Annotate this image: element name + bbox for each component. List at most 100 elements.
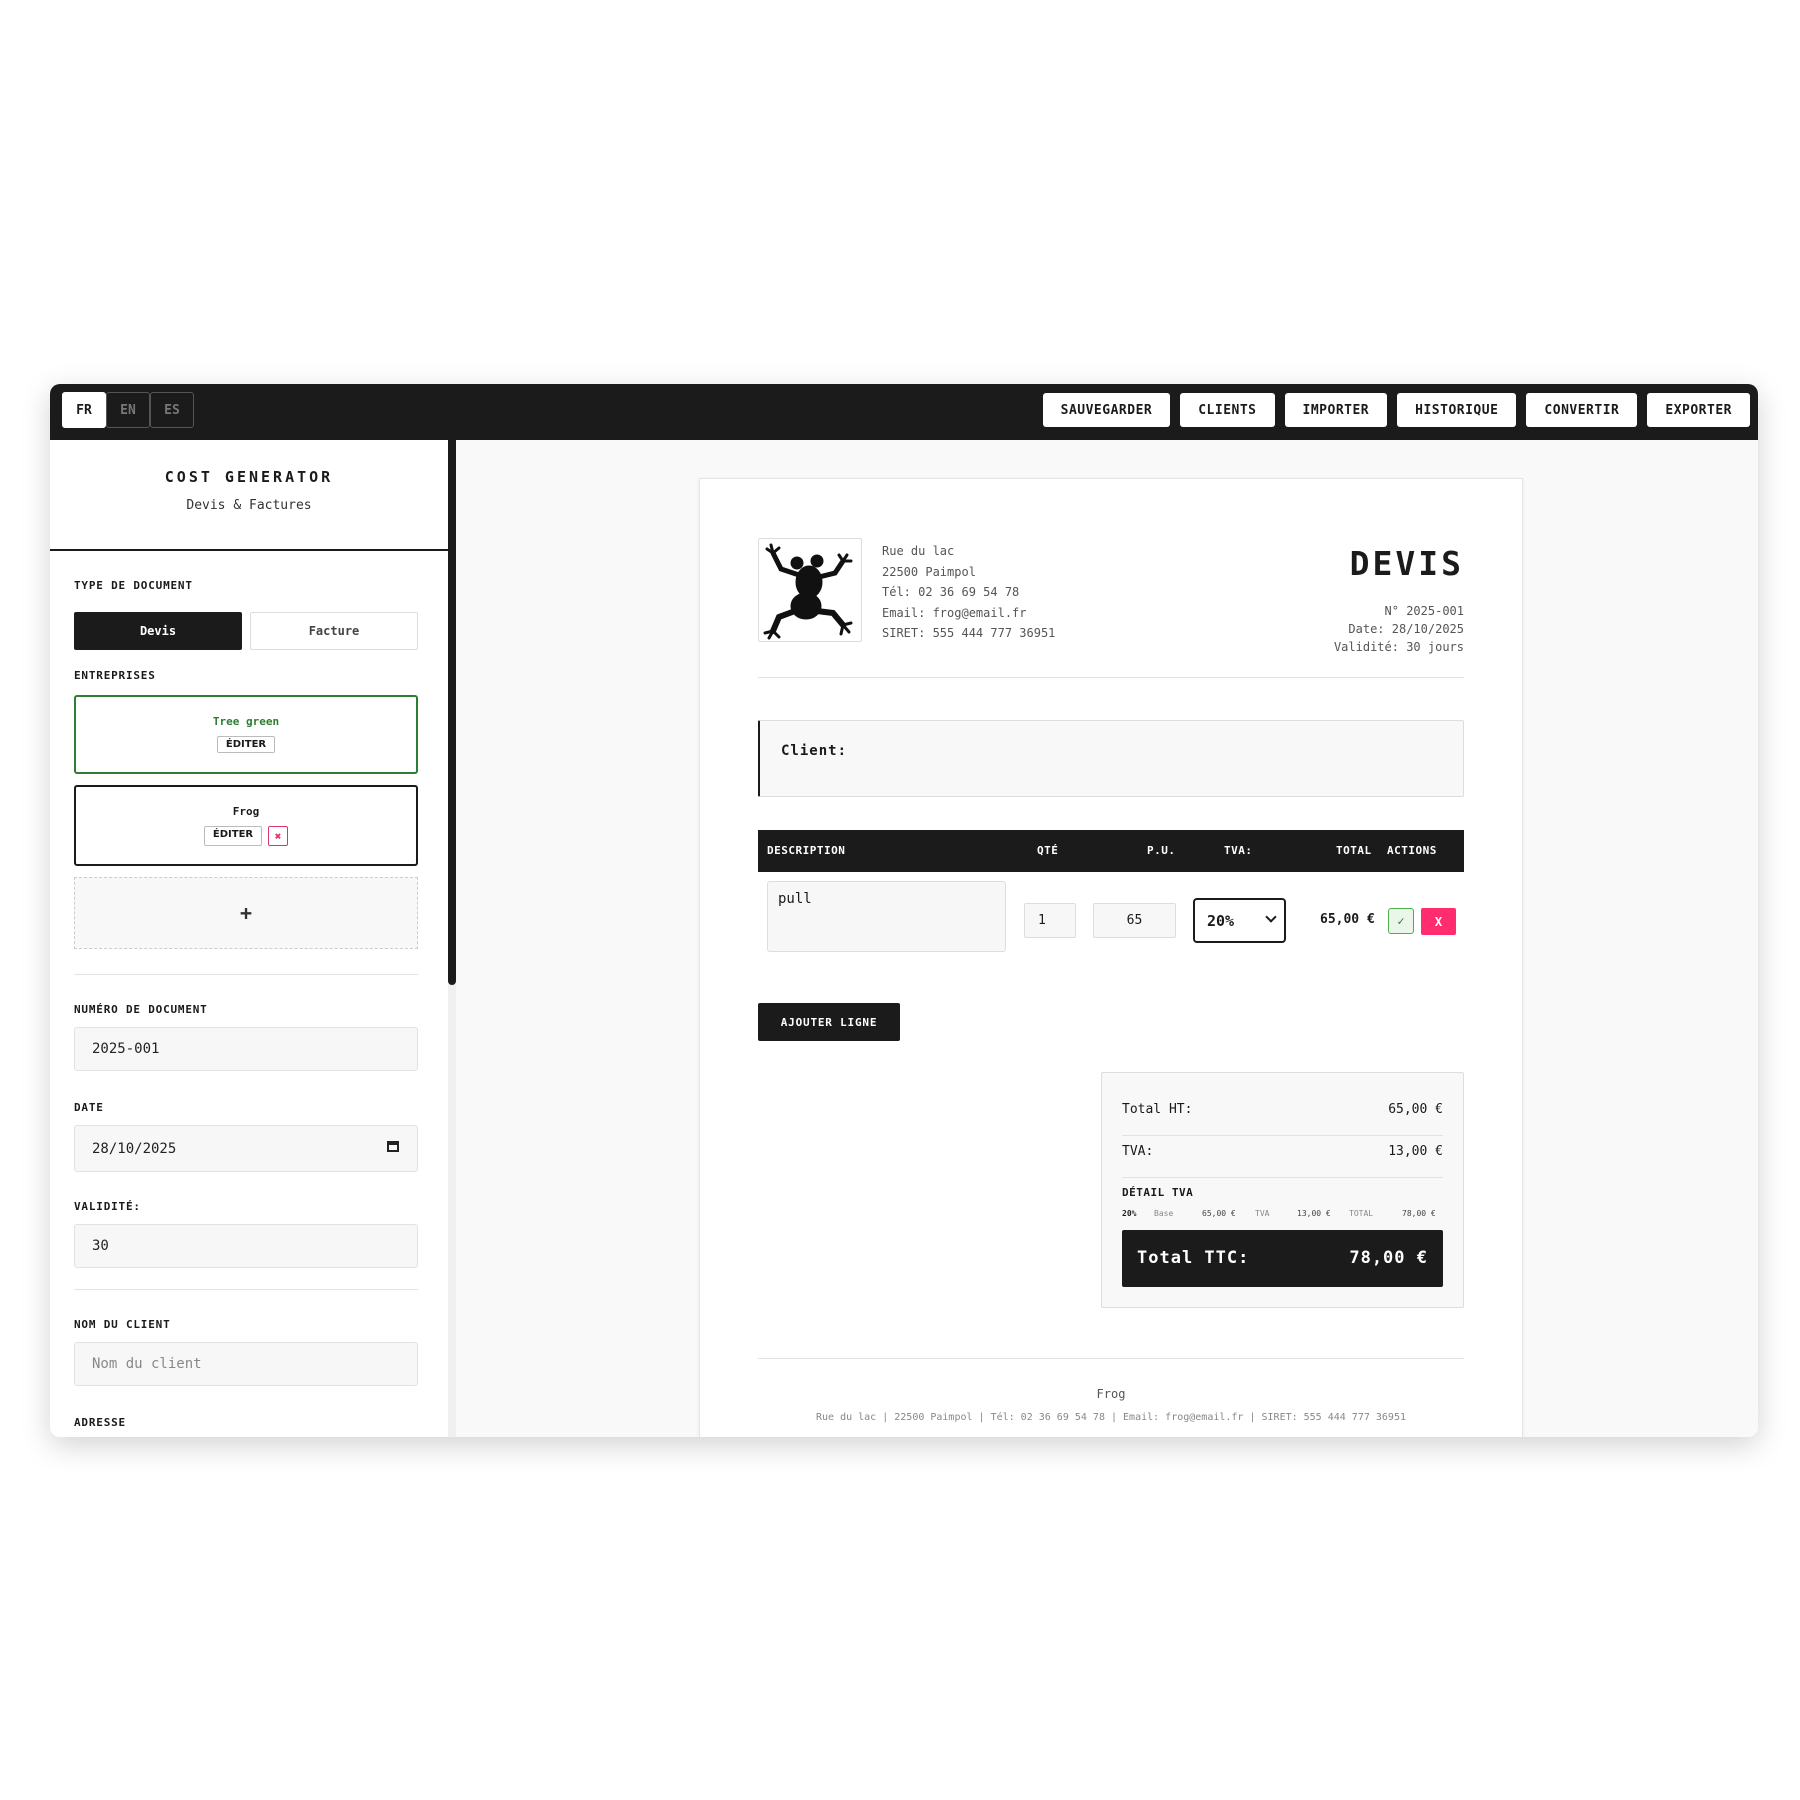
client-box: Client: <box>758 720 1464 797</box>
delete-line-button[interactable]: X <box>1421 908 1456 935</box>
total-ht-value: 65,00 € <box>1388 1102 1443 1117</box>
footer-company-name: Frog <box>1096 1387 1126 1401</box>
document-validity: Validité: 30 jours <box>1333 640 1464 654</box>
date-input[interactable]: 28/10/2025 <box>74 1125 418 1172</box>
line-description-input[interactable]: pull <box>767 881 1006 952</box>
company-line: Rue du lac <box>882 544 955 558</box>
import-button[interactable]: IMPORTER <box>1284 393 1388 427</box>
vat-tva-value: 13,00 € <box>1297 1209 1331 1218</box>
client-name-input[interactable]: Nom du client <box>74 1342 418 1386</box>
col-unit-price: P.U. <box>1147 844 1176 857</box>
vat-tva-label: TVA <box>1255 1209 1270 1218</box>
total-tva-value: 13,00 € <box>1388 1144 1443 1159</box>
company-name: Tree green <box>212 715 280 728</box>
edit-company-button[interactable]: ÉDITER <box>203 826 263 846</box>
frog-icon <box>763 543 853 640</box>
total-tva-label: TVA: <box>1122 1144 1154 1159</box>
validity-input[interactable]: 30 <box>74 1224 418 1268</box>
total-ttc-bar: Total TTC: 78,00 € <box>1122 1230 1443 1287</box>
total-ht-row: Total HT: 65,00 € <box>1122 1102 1443 1117</box>
vat-total-label: TOTAL <box>1349 1209 1374 1218</box>
company-line: Tél: 02 36 69 54 78 <box>882 585 1020 599</box>
divider <box>1122 1177 1443 1178</box>
save-button[interactable]: SAUVEGARDER <box>1042 393 1171 427</box>
company-info: Rue du lac 22500 Paimpol Tél: 02 36 69 5… <box>882 541 1055 644</box>
company-card-tree-green[interactable]: Tree green ÉDITER <box>74 695 418 774</box>
divider <box>1122 1135 1443 1136</box>
document-preview: Rue du lac 22500 Paimpol Tél: 02 36 69 5… <box>699 478 1523 1437</box>
col-actions: ACTIONS <box>1387 844 1437 857</box>
vat-rate: 20% <box>1122 1209 1137 1218</box>
doc-type-facture-button[interactable]: Facture <box>250 612 418 650</box>
doc-type-devis-button[interactable]: Devis <box>74 612 242 650</box>
company-name: Frog <box>232 805 260 818</box>
company-card-frog[interactable]: Frog ÉDITER ✖ <box>74 785 418 866</box>
app-title: COST GENERATOR <box>164 468 334 486</box>
vat-base-value: 65,00 € <box>1202 1209 1236 1218</box>
document-number: N° 2025-001 <box>1384 604 1464 618</box>
lang-fr-button[interactable]: FR <box>62 392 106 428</box>
app-window: FR EN ES SAUVEGARDER CLIENTS IMPORTER HI… <box>50 384 1758 1437</box>
app-subtitle: Devis & Factures <box>186 498 312 513</box>
divider <box>74 974 418 975</box>
validity-label: VALIDITÉ: <box>74 1200 141 1213</box>
lines-table-header: DESCRIPTION QTÉ P.U. TVA: TOTAL ACTIONS <box>758 830 1464 872</box>
top-bar: FR EN ES SAUVEGARDER CLIENTS IMPORTER HI… <box>50 384 1758 440</box>
preview-area: Rue du lac 22500 Paimpol Tél: 02 36 69 5… <box>456 440 1758 1437</box>
vat-selected-value: 20% <box>1207 911 1235 930</box>
header-divider <box>758 677 1464 678</box>
document-title: DEVIS <box>1349 544 1464 583</box>
line-total: 65,00 € <box>1320 912 1375 927</box>
company-logo <box>758 538 862 642</box>
scrollbar-thumb[interactable] <box>448 440 456 985</box>
footer-company-details: Rue du lac | 22500 Paimpol | Tél: 02 36 … <box>815 1412 1406 1423</box>
clients-button[interactable]: CLIENTS <box>1180 393 1275 427</box>
col-total: TOTAL <box>1336 844 1372 857</box>
calendar-icon[interactable] <box>387 1141 399 1152</box>
companies-label: ENTREPRISES <box>74 669 156 682</box>
col-description: DESCRIPTION <box>767 844 846 857</box>
company-line: 22500 Paimpol <box>882 564 976 579</box>
sidebar-header: COST GENERATOR Devis & Factures <box>50 440 448 551</box>
company-line: Email: frog@email.fr <box>882 605 1027 620</box>
vat-base-label: Base <box>1154 1209 1174 1218</box>
export-button[interactable]: EXPORTER <box>1647 393 1750 427</box>
lang-en-button[interactable]: EN <box>106 392 150 428</box>
divider <box>74 1289 418 1290</box>
document-meta: N° 2025-001 Date: 28/10/2025 Validité: 3… <box>1334 602 1464 656</box>
delete-company-button[interactable]: ✖ <box>268 826 289 846</box>
address-label: ADRESSE <box>74 1416 126 1429</box>
history-button[interactable]: HISTORIQUE <box>1397 393 1517 427</box>
client-name-label: NOM DU CLIENT <box>74 1318 171 1331</box>
date-value: 28/10/2025 <box>92 1140 177 1157</box>
totals-box: Total HT: 65,00 € TVA: 13,00 € DÉTAIL TV… <box>1101 1072 1464 1308</box>
date-label: DATE <box>74 1101 104 1114</box>
document-date: Date: 28/10/2025 <box>1348 622 1464 636</box>
vat-total-value: 78,00 € <box>1402 1209 1436 1218</box>
total-ttc-label: Total TTC: <box>1137 1248 1250 1268</box>
add-line-button[interactable]: AJOUTER LIGNE <box>758 1003 900 1041</box>
client-label: Client: <box>781 743 848 759</box>
line-qty-input[interactable]: 1 <box>1024 903 1076 938</box>
toolbar: SAUVEGARDER CLIENTS IMPORTER HISTORIQUE … <box>1042 393 1750 427</box>
line-vat-select[interactable]: 20% <box>1193 898 1286 943</box>
col-vat: TVA: <box>1224 844 1253 857</box>
doc-number-input[interactable]: 2025-001 <box>74 1027 418 1071</box>
sidebar-scrollbar[interactable] <box>448 440 456 1437</box>
confirm-line-button[interactable]: ✓ <box>1388 908 1414 934</box>
doc-type-label: TYPE DE DOCUMENT <box>74 579 193 592</box>
sidebar: COST GENERATOR Devis & Factures TYPE DE … <box>50 440 448 1437</box>
convert-button[interactable]: CONVERTIR <box>1526 393 1638 427</box>
vat-detail-title: DÉTAIL TVA <box>1122 1186 1194 1199</box>
doc-number-label: NUMÉRO DE DOCUMENT <box>74 1003 208 1016</box>
lang-es-button[interactable]: ES <box>150 392 194 428</box>
edit-company-button[interactable]: ÉDITER <box>216 736 276 753</box>
footer-divider <box>758 1358 1464 1359</box>
add-company-button[interactable]: + <box>74 877 418 949</box>
total-tva-row: TVA: 13,00 € <box>1122 1144 1443 1159</box>
chevron-down-icon <box>1265 911 1277 923</box>
company-line: SIRET: 555 444 777 36951 <box>882 626 1056 640</box>
line-unit-price-input[interactable]: 65 <box>1093 903 1176 938</box>
col-qty: QTÉ <box>1037 844 1059 857</box>
total-ttc-value: 78,00 € <box>1349 1248 1428 1268</box>
